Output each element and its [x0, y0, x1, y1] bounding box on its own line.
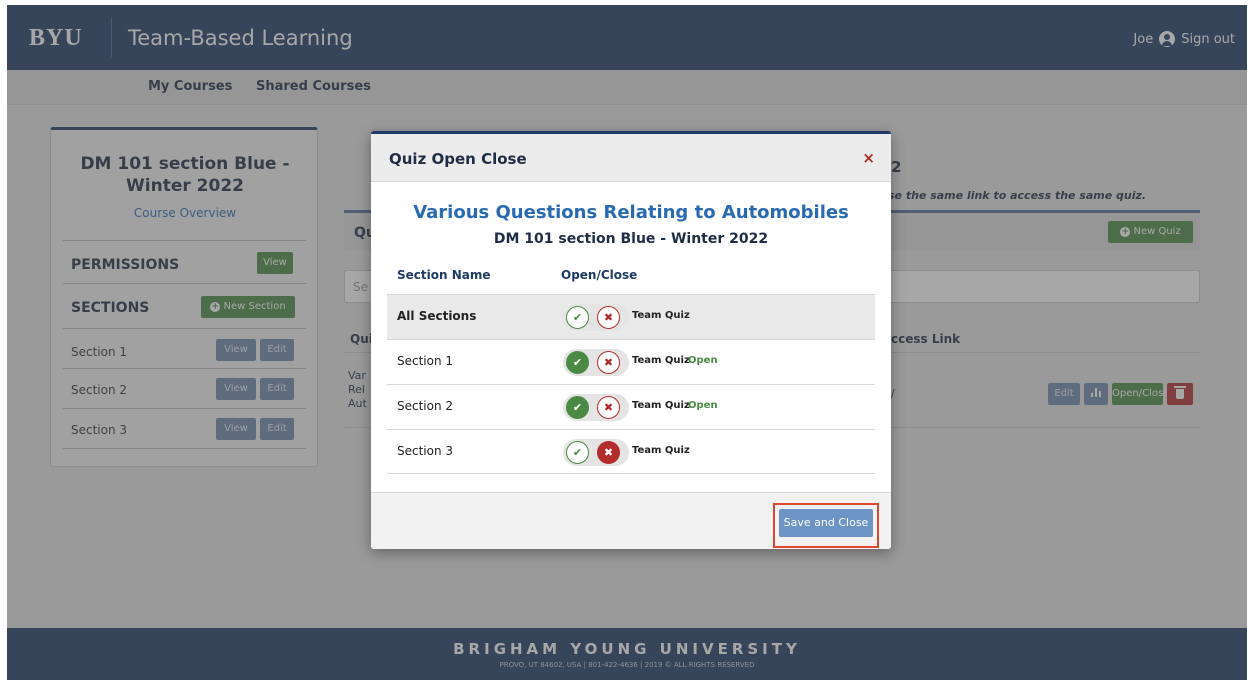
course-subtitle: DM 101 section Blue - Winter 2022 — [493, 231, 769, 247]
close-x-icon[interactable]: ✖ — [597, 306, 620, 329]
close-icon[interactable]: × — [862, 149, 875, 167]
open-check-icon[interactable]: ✔ — [566, 396, 589, 419]
section-name: All Sections — [397, 309, 477, 323]
open-check-icon[interactable]: ✔ — [566, 306, 589, 329]
section-name-column-header: Section Name — [397, 268, 491, 282]
quiz-type-label: Team Quiz — [632, 400, 690, 411]
open-close-toggle: ✔ ✖ — [563, 394, 629, 421]
quiz-type-label: Team Quiz — [632, 445, 690, 456]
section-3-row: Section 3 ✔ ✖ Team Quiz — [387, 429, 875, 474]
quiz-type-label: Team Quiz — [632, 310, 690, 321]
close-x-icon[interactable]: ✖ — [597, 441, 620, 464]
quiz-status-open: Open — [688, 355, 718, 366]
quiz-title: Various Questions Relating to Automobile… — [413, 202, 849, 223]
section-name: Section 3 — [397, 444, 454, 458]
quiz-type-label: Team Quiz — [632, 355, 690, 366]
open-close-toggle: ✔ ✖ — [563, 439, 629, 466]
open-check-icon[interactable]: ✔ — [566, 441, 589, 464]
all-sections-row: All Sections ✔ ✖ Team Quiz — [387, 294, 875, 339]
quiz-open-close-modal: Quiz Open Close × Various Questions Rela… — [371, 131, 891, 549]
close-x-icon[interactable]: ✖ — [597, 396, 620, 419]
app-window: BYU Team-Based Learning Joe Sign out My … — [7, 5, 1247, 680]
section-name: Section 1 — [397, 354, 454, 368]
section-2-row: Section 2 ✔ ✖ Team Quiz Open — [387, 384, 875, 429]
open-close-column-header: Open/Close — [561, 268, 638, 282]
section-1-row: Section 1 ✔ ✖ Team Quiz Open — [387, 339, 875, 384]
modal-title: Quiz Open Close — [389, 150, 527, 168]
modal-footer: Save and Close — [371, 492, 891, 549]
save-and-close-button[interactable]: Save and Close — [779, 509, 873, 537]
section-name: Section 2 — [397, 399, 454, 413]
open-check-icon[interactable]: ✔ — [566, 351, 589, 374]
quiz-status-open: Open — [688, 400, 718, 411]
open-close-toggle: ✔ ✖ — [563, 349, 629, 376]
modal-header: Quiz Open Close × — [371, 134, 891, 182]
close-x-icon[interactable]: ✖ — [597, 351, 620, 374]
open-close-toggle: ✔ ✖ — [563, 304, 629, 331]
